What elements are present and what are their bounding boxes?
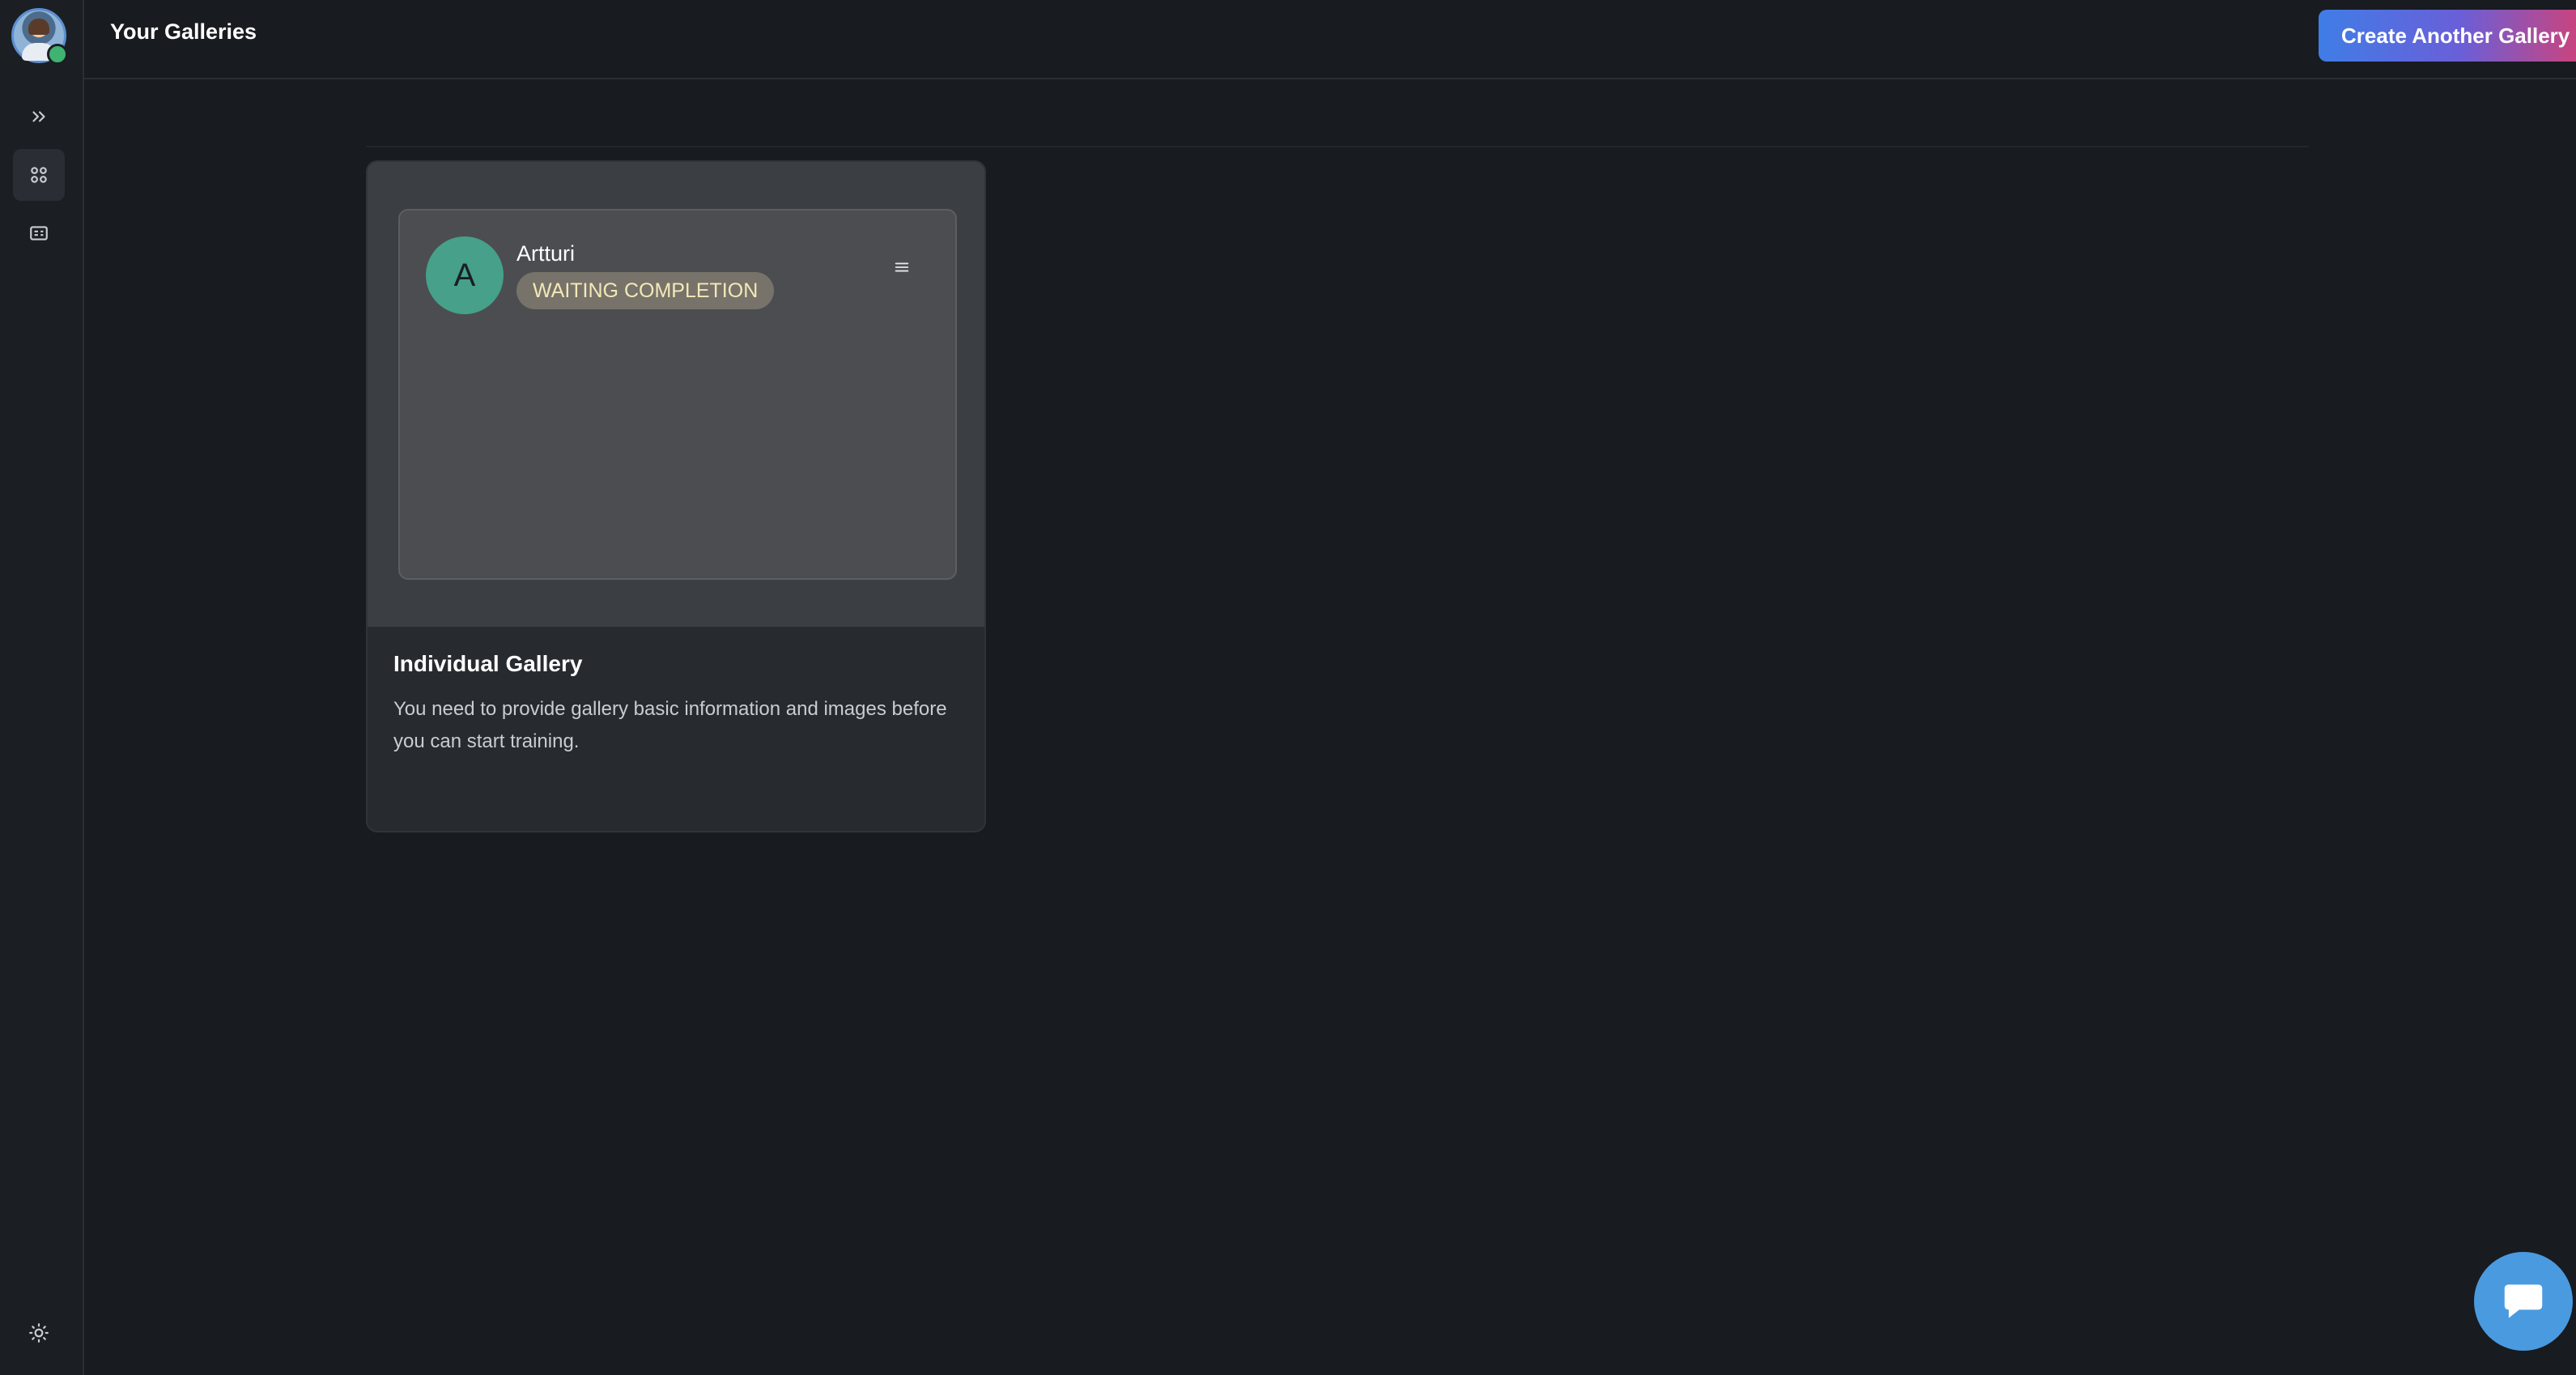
gallery-preview: A Artturi WAITING COMPLETION (368, 162, 984, 627)
gallery-user-avatar: A (426, 236, 504, 314)
card-list-icon (30, 226, 48, 241)
gallery-card[interactable]: A Artturi WAITING COMPLETION Individual … (366, 160, 986, 832)
expand-sidebar-button[interactable] (13, 91, 65, 143)
grid-icon (31, 167, 47, 183)
sun-icon (29, 1323, 49, 1343)
gallery-user-name: Artturi (516, 241, 576, 266)
chevrons-right-icon (32, 111, 45, 122)
page-title: Your Galleries (110, 19, 257, 44)
theme-toggle-button[interactable] (13, 1307, 65, 1359)
gallery-card-body: Individual Gallery You need to provide g… (368, 627, 984, 831)
sidebar (0, 0, 84, 1375)
status-badge: WAITING COMPLETION (516, 272, 775, 309)
content-divider (366, 146, 2309, 147)
avatar-hair (28, 19, 49, 35)
sidebar-item-galleries[interactable] (13, 149, 65, 201)
gallery-inner-card: A Artturi WAITING COMPLETION (398, 209, 957, 580)
chat-icon (2504, 1284, 2543, 1318)
chat-support-button[interactable] (2474, 1252, 2573, 1351)
menu-icon (895, 262, 909, 272)
create-gallery-button[interactable]: Create Another Gallery (2319, 10, 2576, 62)
header: Your Galleries Create Another Gallery (84, 0, 2576, 79)
gallery-menu-button[interactable] (886, 251, 918, 283)
gallery-title: Individual Gallery (393, 651, 583, 676)
sidebar-item-gallery-list[interactable] (13, 207, 65, 259)
online-status-indicator (47, 44, 68, 65)
gallery-description: You need to provide gallery basic inform… (393, 698, 947, 752)
